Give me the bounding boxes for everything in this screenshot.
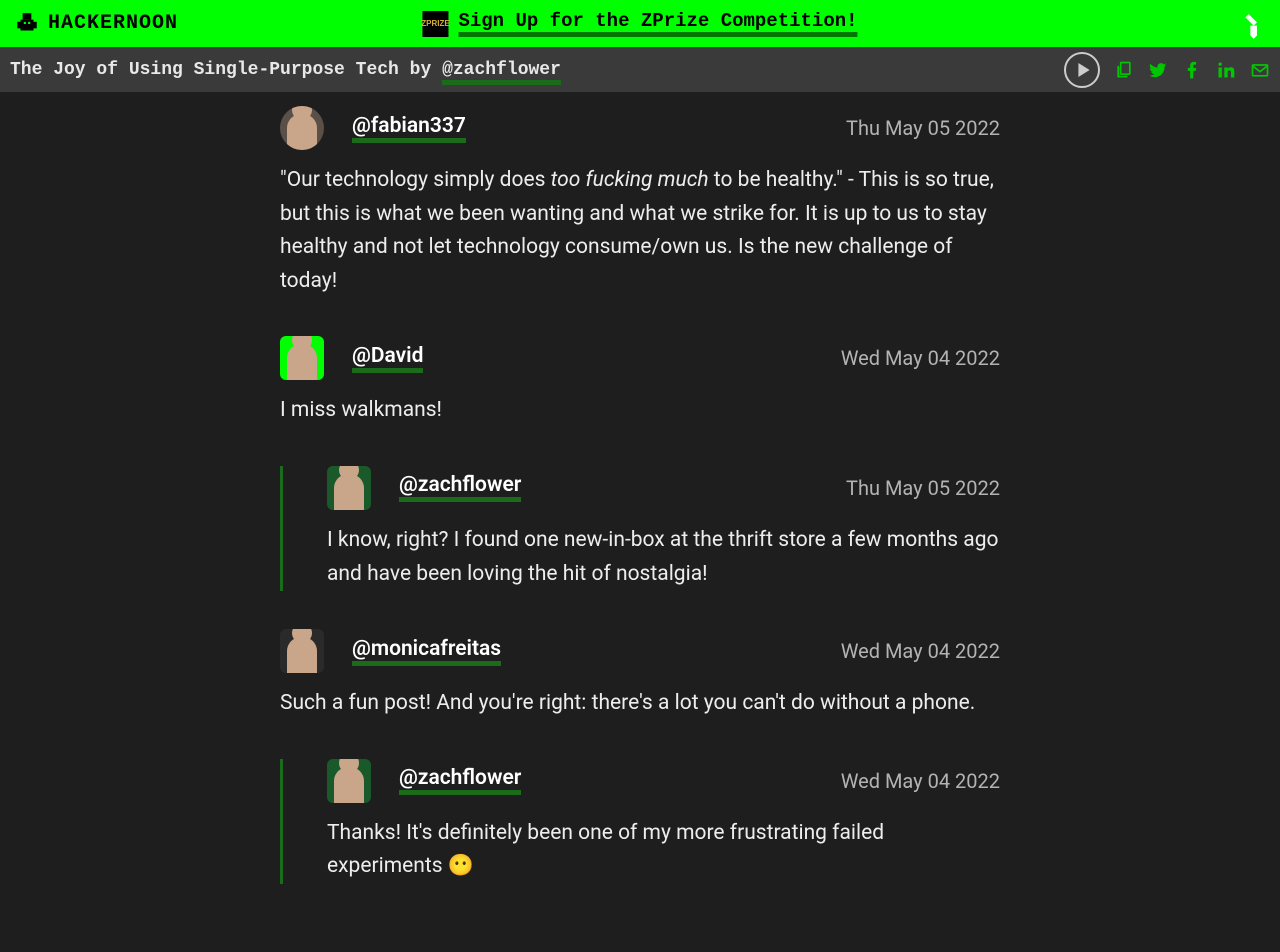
avatar-person-icon (287, 637, 317, 673)
comment-body: I miss walkmans! (280, 394, 1000, 428)
comment-body: Such a fun post! And you're right: there… (280, 687, 1000, 721)
avatar-person-icon (287, 344, 317, 380)
logo-icon (14, 11, 40, 37)
banner-badge-icon: ZPRIZE (422, 11, 448, 37)
topbar: HACKERNOON ZPRIZE Sign Up for the ZPrize… (0, 0, 1280, 47)
comment-username[interactable]: @fabian337 (352, 114, 466, 143)
article-title: The Joy of Using Single-Purpose Tech by … (10, 60, 561, 80)
avatar[interactable] (280, 106, 324, 150)
facebook-icon[interactable] (1182, 60, 1202, 80)
comment: @monicafreitas Wed May 04 2022 Such a fun … (280, 629, 1000, 721)
comment-username[interactable]: @monicafreitas (352, 637, 501, 666)
comment-date: Wed May 04 2022 (841, 639, 1000, 663)
comment-date: Thu May 05 2022 (846, 116, 1000, 140)
avatar[interactable] (280, 629, 324, 673)
comment-username[interactable]: @zachflower (399, 766, 521, 795)
twitter-icon[interactable] (1148, 60, 1168, 80)
comment-reply: @zachflower Wed May 04 2022 Thanks! It's d… (280, 759, 1000, 884)
avatar-person-icon (287, 114, 317, 150)
comment-username[interactable]: @David (352, 344, 423, 373)
comment-head: @David Wed May 04 2022 (280, 336, 1000, 380)
logo-text: HACKERNOON (48, 12, 178, 35)
play-button[interactable] (1064, 52, 1100, 88)
comment-date: Wed May 04 2022 (841, 346, 1000, 370)
article-author-link[interactable]: @zachflower (442, 60, 561, 85)
comment-date: Wed May 04 2022 (841, 769, 1000, 793)
comment-body: I know, right? I found one new-in-box at… (327, 524, 1000, 591)
avatar[interactable] (280, 336, 324, 380)
avatar-person-icon (334, 474, 364, 510)
article-title-text: The Joy of Using Single-Purpose Tech by (10, 60, 442, 80)
comment-username[interactable]: @zachflower (399, 473, 521, 502)
comment-body: Thanks! It's definitely been one of my m… (327, 817, 1000, 884)
comment-head: @zachflower Thu May 05 2022 (327, 466, 1000, 510)
subheader: The Joy of Using Single-Purpose Tech by … (0, 47, 1280, 92)
avatar[interactable] (327, 759, 371, 803)
email-icon[interactable] (1250, 60, 1270, 80)
comment-head: @zachflower Wed May 04 2022 (327, 759, 1000, 803)
banner[interactable]: ZPRIZE Sign Up for the ZPrize Competitio… (422, 10, 857, 37)
comment: @fabian337 Thu May 05 2022 "Our technology… (280, 106, 1000, 298)
comments-list: @fabian337 Thu May 05 2022 "Our technology… (280, 92, 1000, 952)
comment-reply: @zachflower Thu May 05 2022 I know, right?… (280, 466, 1000, 591)
avatar-person-icon (334, 767, 364, 803)
comment-head: @fabian337 Thu May 05 2022 (280, 106, 1000, 150)
comment-date: Thu May 05 2022 (846, 476, 1000, 500)
linkedin-icon[interactable] (1216, 60, 1236, 80)
copy-icon[interactable] (1114, 60, 1134, 80)
banner-text: Sign Up for the ZPrize Competition! (458, 10, 857, 37)
subheader-actions (1064, 52, 1270, 88)
comment-head: @monicafreitas Wed May 04 2022 (280, 629, 1000, 673)
comment: @David Wed May 04 2022 I miss walkmans! (280, 336, 1000, 428)
logo-link[interactable]: HACKERNOON (14, 11, 178, 37)
paintbrush-icon[interactable] (1232, 4, 1272, 44)
comment-body: "Our technology simply does too fucking … (280, 164, 1000, 298)
avatar[interactable] (327, 466, 371, 510)
